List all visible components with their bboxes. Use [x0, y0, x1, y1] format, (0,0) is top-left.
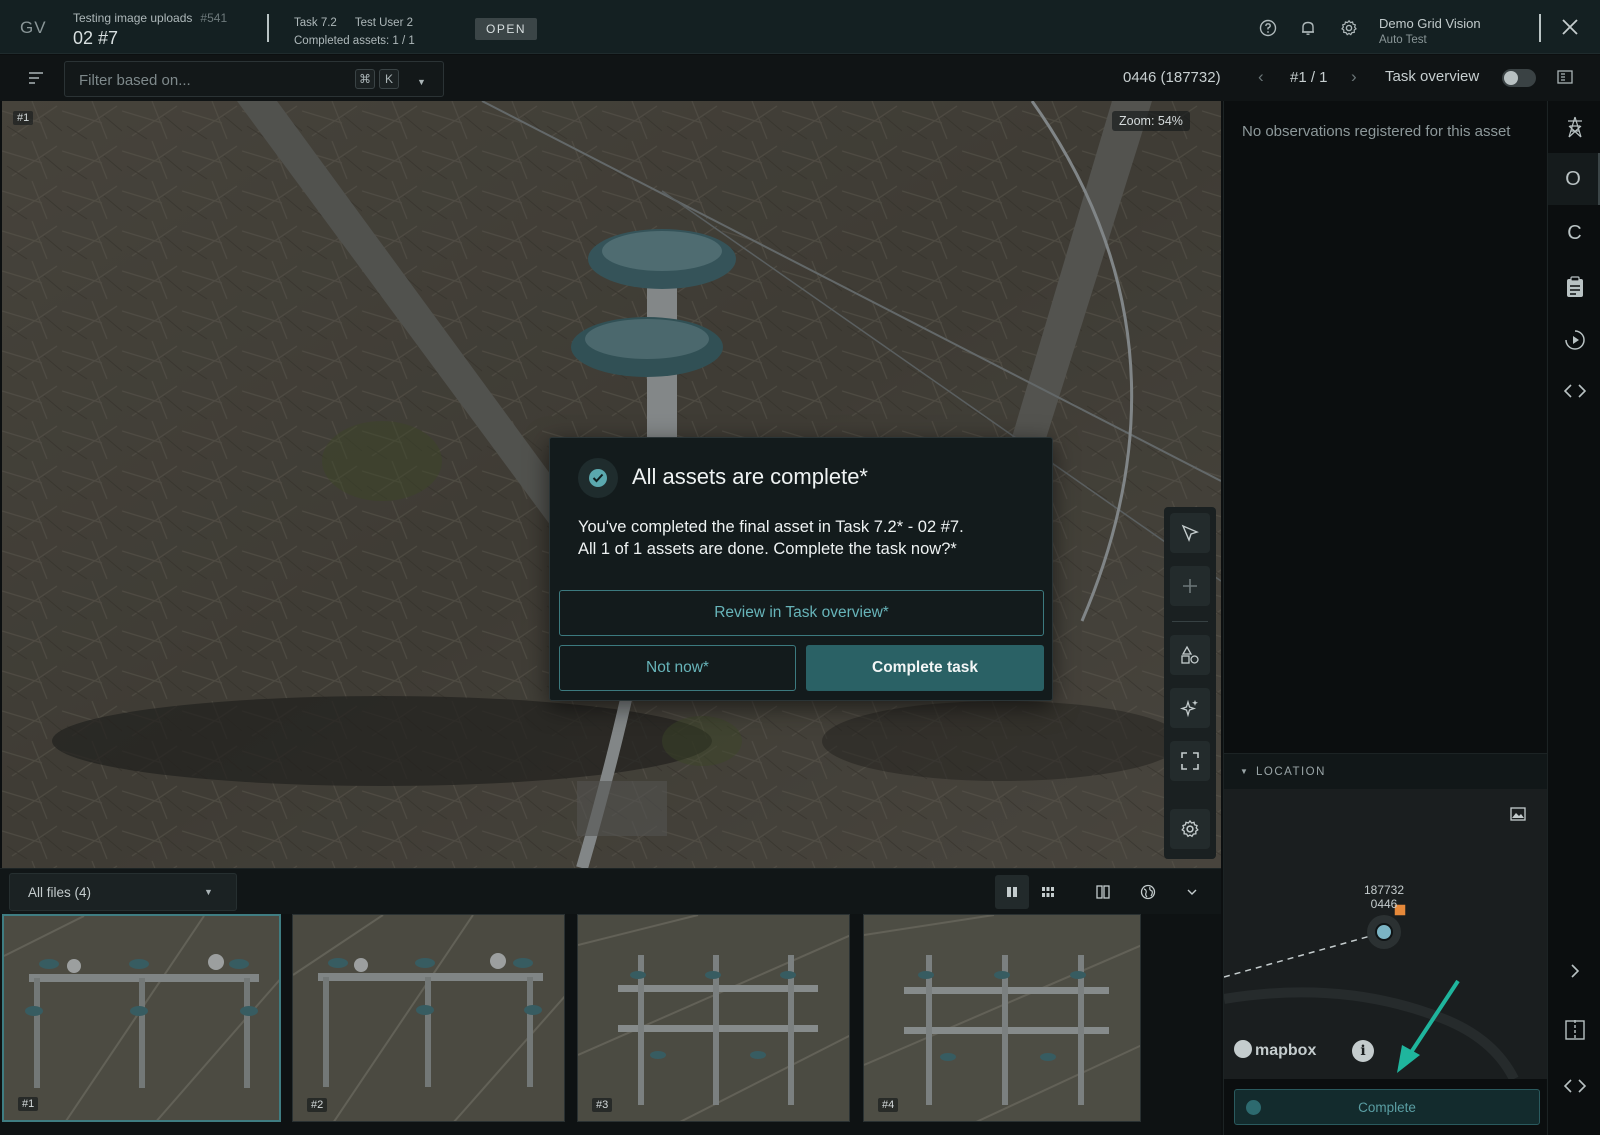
fullscreen-expand-icon[interactable] [1170, 741, 1210, 781]
compare-view-icon[interactable] [1086, 875, 1120, 909]
location-map[interactable]: 187732 0446 mapbox i [1224, 789, 1547, 1079]
project-number: #541 [200, 11, 228, 25]
map-asset-number: 0446 [1370, 897, 1398, 911]
task-info: Task 7.2 Test User 2 Completed assets: 1 … [294, 14, 415, 50]
mapbox-icon [1234, 1040, 1252, 1058]
previous-asset-chevron-icon[interactable]: ‹ [1258, 67, 1264, 87]
review-in-task-overview-button[interactable]: Review in Task overview* [559, 590, 1044, 636]
close-icon[interactable] [1559, 16, 1581, 38]
app-logo[interactable]: GV [20, 18, 47, 38]
thumbnail[interactable]: #3 [577, 914, 850, 1122]
completed-assets: Completed assets: 1 / 1 [294, 35, 415, 47]
ai-sparkle-tool-icon[interactable] [1170, 688, 1210, 728]
globe-map-icon[interactable] [1131, 875, 1165, 909]
image-index-tag: #1 [13, 111, 34, 125]
add-annotation-tool[interactable] [1170, 566, 1210, 606]
select-pointer-tool[interactable] [1170, 513, 1210, 553]
thumbnail[interactable]: #1 [2, 914, 281, 1122]
sort-filter-icon[interactable] [28, 71, 44, 90]
history-icon[interactable] [1548, 314, 1600, 366]
observations-panel: No observations registered for this asse… [1223, 101, 1547, 1135]
shortcut-cmd-key: ⌘ [355, 69, 375, 89]
code-icon[interactable] [1548, 367, 1600, 419]
single-view-icon[interactable] [995, 875, 1029, 909]
side-rail: O C [1547, 101, 1600, 1135]
dialog-body-line-2: All 1 of 1 assets are done. Complete the… [578, 540, 957, 558]
annotation-arrow [1397, 979, 1460, 1073]
developer-code-icon[interactable] [1548, 1078, 1600, 1099]
next-asset-chevron-icon[interactable]: › [1351, 67, 1357, 87]
dialog-body-line-1: You've completed the final asset in Task… [578, 518, 964, 536]
complete-asset-label: Complete [1358, 1100, 1416, 1115]
thumbnail[interactable]: #4 [863, 914, 1141, 1122]
rail-item-observations[interactable]: O [1548, 153, 1600, 205]
dialog-body: You've completed the final asset in Task… [578, 516, 1028, 560]
asset-nav-count: #1 / 1 [1290, 69, 1328, 86]
settings-gear-icon[interactable] [1340, 19, 1358, 37]
collapse-caret-icon: ▼ [1240, 767, 1248, 776]
map-asset-id: 187732 [1363, 883, 1405, 897]
location-section-header[interactable]: ▼ LOCATION [1224, 753, 1547, 789]
film-strip-toolbar: All files (4) ▼ [0, 868, 1221, 914]
task-overview-label: Task overview [1385, 68, 1480, 85]
side-panel-icon[interactable] [1557, 70, 1573, 89]
split-view-icon[interactable] [1548, 1019, 1600, 1046]
chevron-down-icon: ▼ [204, 887, 213, 897]
task-complete-dialog: All assets are complete* You've complete… [549, 437, 1053, 701]
asset-toolbar: Filter based on... ⌘ K ▼ 0446 (187732) ‹… [0, 55, 1600, 101]
thumbnail-tag: #2 [307, 1098, 328, 1112]
app-header: GV Testing image uploads #541 02 #7 Task … [0, 0, 1600, 54]
complete-asset-button[interactable]: Complete [1234, 1089, 1540, 1125]
grid-view-icon[interactable] [1031, 875, 1065, 909]
filter-dropdown-caret-icon[interactable]: ▼ [417, 77, 426, 87]
thumbnail[interactable]: #2 [292, 914, 565, 1122]
success-check-icon [578, 458, 618, 498]
thumbnail-tag: #3 [592, 1098, 613, 1112]
shortcut-k-key: K [379, 69, 399, 89]
toggle-knob [1504, 71, 1518, 85]
user-menu[interactable]: Demo Grid Vision Auto Test [1379, 15, 1481, 49]
task-overview-toggle[interactable] [1502, 69, 1536, 87]
thumbnail-tag: #4 [878, 1098, 899, 1112]
user-org: Auto Test [1379, 34, 1427, 46]
mapbox-attribution: mapbox [1255, 1042, 1317, 1059]
shapes-tool-icon[interactable] [1170, 635, 1210, 675]
project-info: Testing image uploads #541 02 #7 [73, 11, 227, 49]
viewer-settings-gear-icon[interactable] [1170, 809, 1210, 849]
task-assignee: Test User 2 [354, 17, 413, 29]
header-divider-right [1539, 14, 1541, 42]
thumbnail-tag: #1 [18, 1097, 39, 1111]
header-divider [267, 14, 269, 42]
clipboard-icon[interactable] [1548, 261, 1600, 313]
filter-placeholder: Filter based on... [79, 72, 191, 89]
expand-strip-chevron-icon[interactable] [1175, 875, 1209, 909]
files-filter-label: All files (4) [28, 885, 92, 900]
asset-id: 0446 (187732) [1123, 69, 1221, 86]
map-image-toggle-icon[interactable] [1510, 807, 1526, 826]
zoom-level: Zoom: 54% [1112, 111, 1190, 131]
filter-input[interactable]: Filter based on... ⌘ K ▼ [64, 61, 444, 97]
annotation-toolbar [1164, 507, 1216, 859]
notification-bell-icon[interactable] [1299, 19, 1317, 37]
tower-icon[interactable] [1548, 101, 1600, 153]
map-info-icon[interactable]: i [1352, 1040, 1374, 1062]
film-strip: #1 #2 #3 #4 [0, 914, 1221, 1135]
mapbox-logo: mapbox [1234, 1040, 1316, 1060]
project-title: 02 #7 [73, 28, 119, 48]
status-badge: OPEN [475, 18, 537, 40]
user-name: Demo Grid Vision [1379, 16, 1481, 31]
location-title: LOCATION [1256, 766, 1326, 778]
task-name: Task 7.2 [294, 17, 337, 29]
help-icon[interactable] [1259, 19, 1277, 37]
tool-divider [1172, 621, 1208, 622]
project-name: Testing image uploads [73, 11, 193, 25]
rail-item-comments[interactable]: C [1548, 207, 1600, 259]
complete-task-button[interactable]: Complete task [806, 645, 1044, 691]
dialog-title: All assets are complete* [632, 464, 868, 489]
files-filter-select[interactable]: All files (4) ▼ [9, 873, 237, 911]
expand-panel-chevron-icon[interactable] [1548, 963, 1600, 984]
no-observations-message: No observations registered for this asse… [1242, 123, 1511, 140]
not-now-button[interactable]: Not now* [559, 645, 796, 691]
